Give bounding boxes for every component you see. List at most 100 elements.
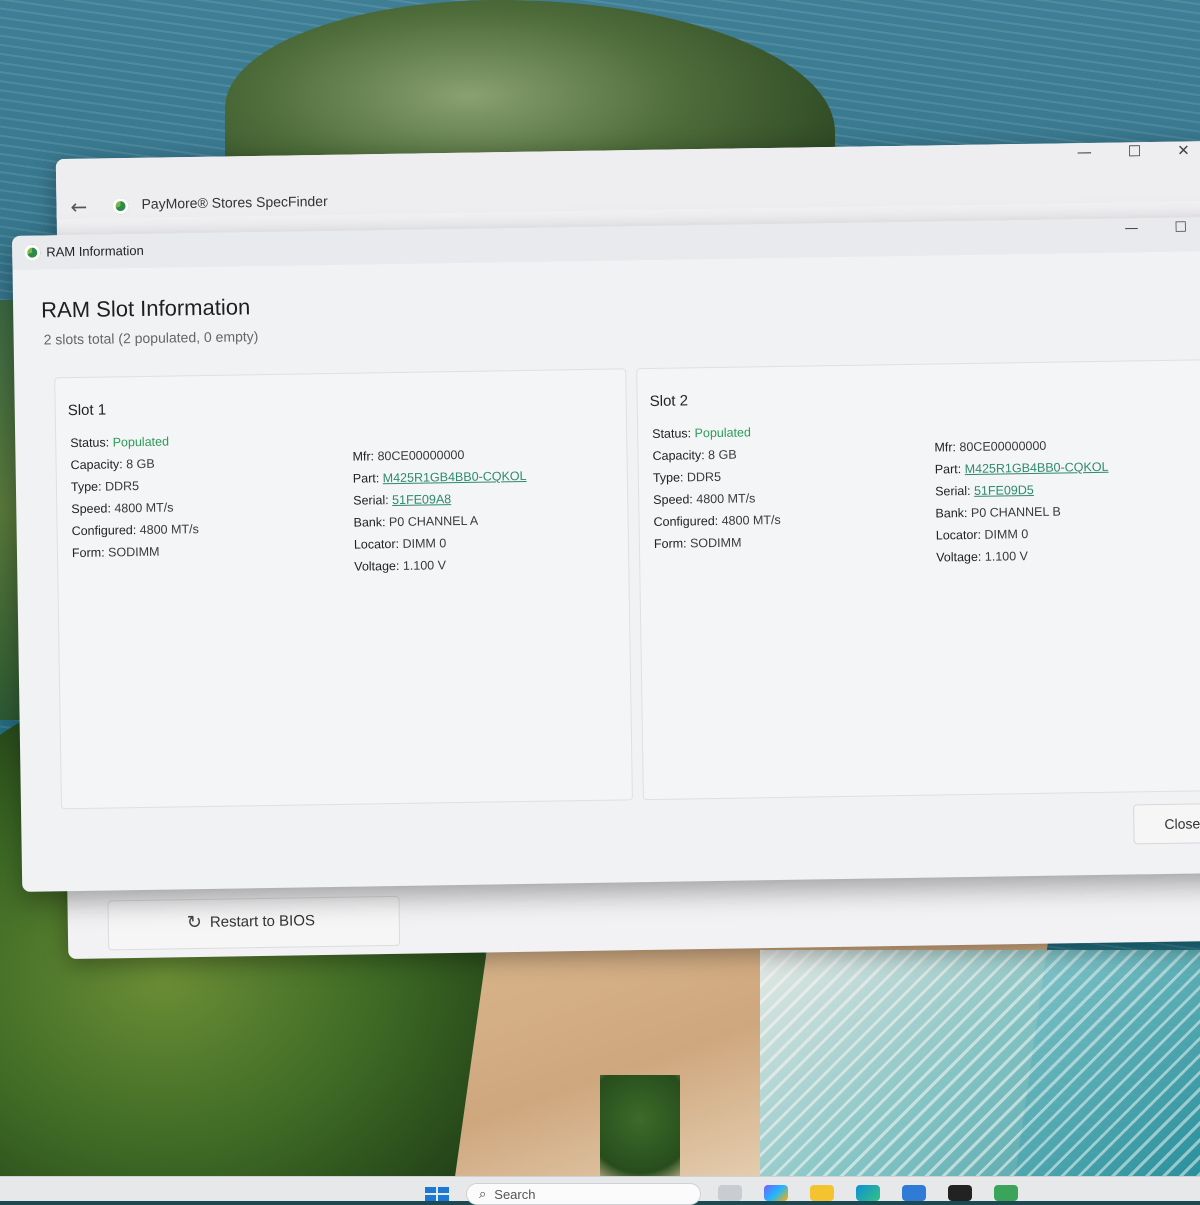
dialog-app-icon: [24, 244, 41, 261]
capacity-value: 8 GB: [708, 447, 737, 463]
slot-1-primary-info: Status: Populated Capacity: 8 GB Type: D…: [70, 434, 199, 561]
speed-label: Speed:: [71, 501, 112, 517]
dialog-maximize-icon[interactable]: ☐: [1174, 220, 1187, 236]
slot-locator-row: Locator: DIMM 0: [935, 526, 1110, 543]
type-value: DDR5: [104, 479, 140, 494]
mfr-label: Mfr:: [934, 440, 957, 455]
part-number-link[interactable]: M425R1GB4BB0-CQKOL: [383, 469, 527, 485]
dialog-window-controls: — ☐: [1124, 220, 1187, 237]
slot-serial-row: Serial: 51FE09D5: [935, 482, 1109, 499]
configured-label: Configured:: [653, 513, 719, 529]
slot-capacity-row: Capacity: 8 GB: [652, 447, 779, 463]
search-placeholder: Search: [494, 1186, 536, 1202]
form-value: SODIMM: [107, 544, 160, 560]
slot-bank-row: Bank: P0 CHANNEL A: [353, 513, 527, 530]
voltage-value: 1.100 V: [402, 558, 447, 573]
type-value: DDR5: [686, 469, 722, 485]
slot-configured-row: Configured: 4800 MT/s: [653, 513, 780, 529]
slot-card-2: Slot 2 Status: Populated Capacity: 8 GB …: [636, 358, 1200, 801]
slot-speed-row: Speed: 4800 MT/s: [653, 491, 780, 507]
taskbar: ⌕ Search: [0, 1176, 1200, 1205]
configured-label: Configured:: [71, 523, 137, 539]
slot-card-1: Slot 1 Status: Populated Capacity: 8 GB …: [54, 368, 633, 810]
locator-value: DIMM 0: [402, 536, 447, 551]
specfinder-icon[interactable]: [994, 1185, 1018, 1201]
slot-mfr-row: Mfr: 80CE00000000: [352, 447, 526, 464]
copilot-icon[interactable]: [764, 1185, 788, 1201]
part-number-link[interactable]: M425R1GB4BB0-CQKOL: [965, 460, 1109, 476]
speed-value: 4800 MT/s: [696, 491, 756, 507]
restart-to-bios-button[interactable]: ↻ Restart to BIOS: [107, 895, 401, 951]
task-view-icon[interactable]: [718, 1185, 742, 1201]
slot-voltage-row: Voltage: 1.100 V: [936, 548, 1110, 565]
serial-number-link[interactable]: 51FE09D5: [974, 483, 1034, 498]
capacity-value: 8 GB: [126, 456, 155, 472]
slot-type-row: Type: DDR5: [653, 469, 780, 485]
type-label: Type:: [70, 479, 102, 495]
page-title: RAM Slot Information: [40, 294, 251, 323]
voltage-label: Voltage:: [354, 558, 400, 574]
capacity-label: Capacity:: [652, 448, 705, 463]
search-icon: ⌕: [479, 1186, 487, 1202]
maximize-icon[interactable]: ☐: [1128, 142, 1142, 160]
status-label: Status:: [652, 426, 692, 441]
capacity-label: Capacity:: [70, 457, 123, 473]
slot-form-row: Form: SODIMM: [72, 544, 199, 560]
bank-label: Bank:: [353, 515, 386, 530]
store-icon[interactable]: [902, 1185, 926, 1201]
locator-value: DIMM 0: [984, 527, 1029, 542]
slot-configured-row: Configured: 4800 MT/s: [72, 522, 199, 538]
form-value: SODIMM: [689, 535, 742, 551]
slot-part-row: Part: M425R1GB4BB0-CQKOL: [353, 469, 527, 486]
slot-serial-row: Serial: 51FE09A8: [353, 491, 527, 508]
wallpaper-tree: [600, 1075, 680, 1185]
part-label: Part:: [352, 471, 380, 486]
back-arrow-icon[interactable]: ←: [70, 195, 87, 219]
start-icon[interactable]: [425, 1187, 449, 1201]
file-explorer-icon[interactable]: [810, 1185, 834, 1201]
locator-label: Locator:: [935, 527, 982, 543]
chrome-icon[interactable]: [948, 1185, 972, 1201]
status-value: Populated: [112, 434, 170, 450]
status-value: Populated: [694, 425, 752, 441]
slot-1-module-info: Mfr: 80CE00000000 Part: M425R1GB4BB0-CQK…: [352, 447, 528, 574]
speed-value: 4800 MT/s: [114, 500, 174, 516]
restart-label: Restart to BIOS: [209, 912, 316, 931]
speed-label: Speed:: [653, 492, 693, 507]
dialog-minimize-icon[interactable]: —: [1124, 220, 1138, 236]
slot-part-row: Part: M425R1GB4BB0-CQKOL: [935, 460, 1109, 477]
mfr-value: 80CE00000000: [377, 447, 465, 464]
slot-mfr-row: Mfr: 80CE00000000: [934, 438, 1108, 455]
close-icon[interactable]: ✕: [1177, 141, 1190, 159]
mfr-label: Mfr:: [352, 449, 375, 464]
taskbar-search-box[interactable]: ⌕ Search: [466, 1183, 701, 1205]
close-button[interactable]: Close: [1133, 802, 1200, 845]
slot-form-row: Form: SODIMM: [654, 535, 781, 551]
bank-value: P0 CHANNEL A: [388, 513, 479, 530]
restart-icon: ↻: [186, 911, 203, 934]
slot-2-primary-info: Status: Populated Capacity: 8 GB Type: D…: [652, 425, 781, 551]
dialog-title: RAM Information: [46, 242, 144, 260]
form-label: Form:: [71, 545, 105, 561]
voltage-value: 1.100 V: [984, 549, 1029, 564]
voltage-label: Voltage:: [936, 549, 982, 565]
serial-number-link[interactable]: 51FE09A8: [392, 492, 451, 507]
locator-label: Locator:: [353, 536, 400, 552]
slot-title: Slot 2: [649, 392, 689, 411]
bank-label: Bank:: [935, 506, 968, 521]
part-label: Part:: [934, 462, 962, 477]
ram-information-dialog: RAM Information — ☐ RAM Slot Information…: [12, 216, 1200, 892]
form-label: Form:: [653, 536, 687, 551]
slot-type-row: Type: DDR5: [71, 478, 198, 494]
edge-icon[interactable]: [856, 1185, 880, 1201]
type-label: Type:: [652, 470, 684, 485]
minimize-icon[interactable]: —: [1077, 143, 1092, 161]
slot-2-module-info: Mfr: 80CE00000000 Part: M425R1GB4BB0-CQK…: [934, 438, 1110, 565]
app-logo-icon: [112, 198, 129, 215]
slot-speed-row: Speed: 4800 MT/s: [71, 500, 198, 516]
slot-title: Slot 1: [67, 401, 107, 420]
main-window-title: PayMore® Stores SpecFinder: [141, 192, 328, 212]
bank-value: P0 CHANNEL B: [970, 504, 1061, 520]
slot-capacity-row: Capacity: 8 GB: [70, 456, 197, 472]
taskbar-pinned-apps: [718, 1185, 1018, 1201]
